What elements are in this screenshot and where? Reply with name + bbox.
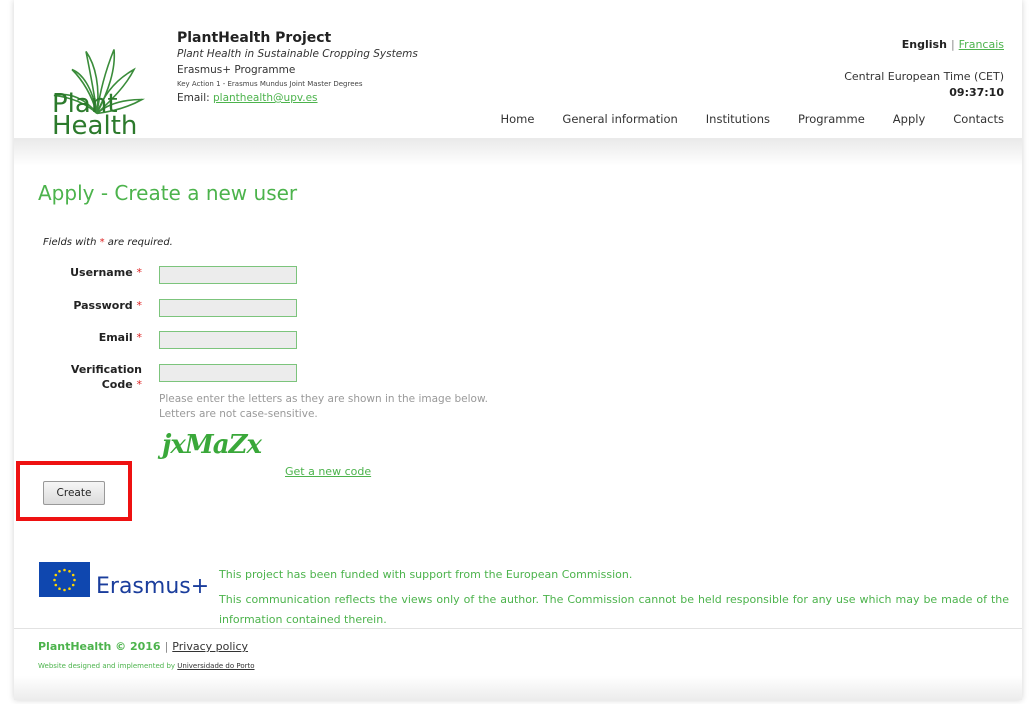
nav-institutions[interactable]: Institutions (706, 112, 770, 126)
verification-label-line2: Code (101, 378, 133, 391)
header-band (14, 138, 1022, 166)
username-label: Username * (22, 266, 142, 279)
captcha-hint-2: Letters are not case-sensitive. (159, 408, 318, 420)
captcha-image: jxMaZx (162, 430, 262, 460)
footer-separator: | (164, 640, 169, 653)
project-key-action: Key Action 1 - Erasmus Mundus Joint Mast… (177, 80, 363, 88)
email-label-text: Email (98, 331, 133, 344)
footer-copyright: PlantHealth © 2016 | Privacy policy (38, 640, 248, 653)
erasmus-plus-logo: Erasmus+ (96, 574, 210, 599)
verification-label: Verification Code * (22, 362, 142, 392)
password-required-star: * (136, 299, 143, 312)
nav-contacts[interactable]: Contacts (953, 112, 1004, 126)
footer-divider (14, 628, 1022, 629)
project-email: Email: planthealth@upv.es (177, 92, 318, 104)
nav-home[interactable]: Home (500, 112, 534, 126)
page-container: Plant Health PlantHealth Project Plant H… (14, 0, 1022, 700)
project-programme: Erasmus+ Programme (177, 64, 296, 76)
nav-programme[interactable]: Programme (798, 112, 865, 126)
verification-code-input[interactable] (159, 364, 297, 382)
verification-label-line1: Verification (70, 363, 142, 376)
create-button[interactable]: Create (43, 481, 105, 505)
footer-credit: Website designed and implemented by Univ… (38, 662, 255, 670)
required-prefix: Fields with (43, 237, 100, 248)
eu-flag-icon (39, 562, 90, 597)
funding-statement: This project has been funded with suppor… (219, 568, 633, 581)
email-input[interactable] (159, 331, 297, 349)
get-new-code-link[interactable]: Get a new code (285, 465, 371, 478)
copyright-text: PlantHealth © 2016 (38, 640, 161, 653)
verification-required-star: * (136, 378, 143, 391)
nav-general-information[interactable]: General information (562, 112, 677, 126)
footer-band (14, 676, 1022, 700)
page-title: Apply - Create a new user (38, 181, 298, 205)
email-link[interactable]: planthealth@upv.es (213, 92, 318, 104)
username-label-text: Username (70, 266, 133, 279)
project-title: PlantHealth Project (177, 30, 332, 46)
credit-prefix: Website designed and implemented by (38, 662, 178, 670)
language-switcher: English | Francais (902, 38, 1004, 51)
logo-text-health: Health (52, 111, 138, 141)
lang-francais-link[interactable]: Francais (959, 38, 1004, 51)
required-note: Fields with * are required. (43, 237, 173, 248)
password-label-text: Password (73, 299, 133, 312)
password-label: Password * (22, 299, 142, 312)
main-nav: Home General information Institutions Pr… (472, 112, 1004, 126)
username-input[interactable] (159, 266, 297, 284)
disclaimer-text: This communication reflects the views on… (219, 593, 1009, 626)
credit-link[interactable]: Universidade do Porto (177, 662, 254, 670)
privacy-policy-link[interactable]: Privacy policy (172, 640, 248, 653)
clock: 09:37:10 (949, 86, 1004, 99)
email-field-label: Email * (22, 331, 142, 344)
username-required-star: * (136, 266, 143, 279)
email-label: Email: (177, 92, 210, 104)
captcha-hint-1: Please enter the letters as they are sho… (159, 393, 488, 405)
lang-separator: | (950, 38, 955, 51)
nav-apply[interactable]: Apply (893, 112, 925, 126)
lang-current: English (901, 38, 947, 51)
required-suffix: are required. (104, 237, 173, 248)
password-input[interactable] (159, 299, 297, 317)
timezone-label: Central European Time (CET) (844, 70, 1004, 83)
project-subtitle: Plant Health in Sustainable Cropping Sys… (177, 48, 418, 60)
email-required-star: * (136, 331, 143, 344)
